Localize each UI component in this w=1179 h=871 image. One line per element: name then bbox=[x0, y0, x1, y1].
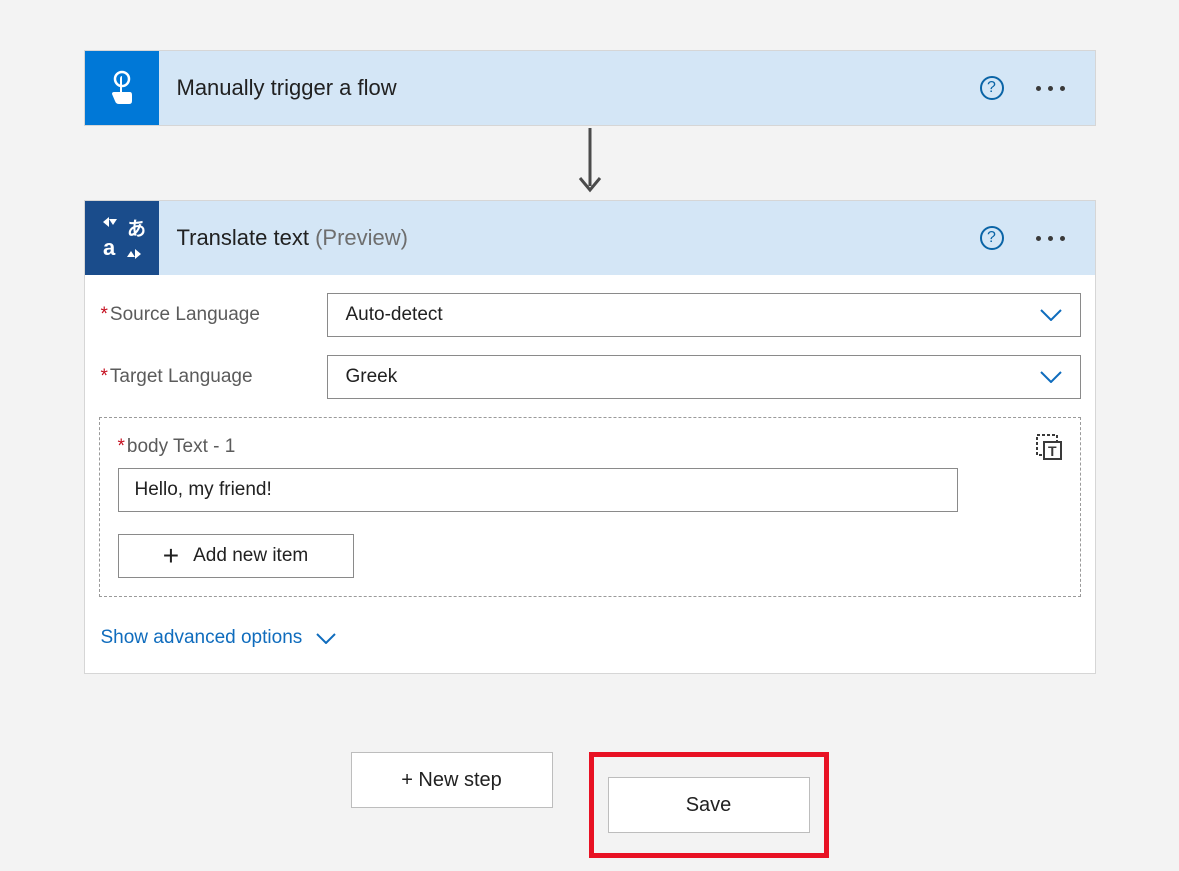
save-button[interactable]: Save bbox=[608, 777, 810, 833]
manual-trigger-icon bbox=[85, 51, 159, 125]
action-header-actions: ? bbox=[980, 226, 1095, 250]
target-language-value: Greek bbox=[346, 366, 398, 388]
action-title-text: Translate text bbox=[177, 225, 316, 250]
flow-designer: Manually trigger a flow ? あ a bbox=[84, 50, 1096, 858]
connector-arrow bbox=[84, 128, 1096, 198]
svg-text:a: a bbox=[103, 235, 116, 260]
translate-icon: あ a bbox=[85, 201, 159, 275]
svg-text:あ: あ bbox=[127, 218, 145, 240]
target-language-label: *Target Language bbox=[99, 366, 327, 388]
show-advanced-options[interactable]: Show advanced options bbox=[99, 627, 1081, 649]
touch-icon bbox=[102, 68, 142, 108]
source-language-value: Auto-detect bbox=[346, 304, 443, 326]
chevron-down-icon bbox=[1040, 309, 1062, 321]
plus-icon: + bbox=[163, 542, 179, 570]
body-text-value: Hello, my friend! bbox=[135, 479, 272, 501]
translate-action-card: あ a Translate text (Preview) ? *Source L… bbox=[84, 200, 1096, 674]
flow-footer-buttons: + New step Save bbox=[84, 752, 1096, 858]
help-icon[interactable]: ? bbox=[980, 76, 1004, 100]
source-language-label: *Source Language bbox=[99, 304, 327, 326]
add-item-label: Add new item bbox=[193, 545, 308, 567]
save-highlight: Save bbox=[589, 752, 829, 858]
body-items-container: *body Text - 1 T Hello, my friend! + Add… bbox=[99, 417, 1081, 597]
more-menu-icon[interactable] bbox=[1032, 232, 1069, 245]
target-language-select[interactable]: Greek bbox=[327, 355, 1081, 399]
preview-label: (Preview) bbox=[315, 225, 408, 250]
source-language-select[interactable]: Auto-detect bbox=[327, 293, 1081, 337]
source-language-row: *Source Language Auto-detect bbox=[99, 293, 1081, 337]
add-new-item-button[interactable]: + Add new item bbox=[118, 534, 354, 578]
more-menu-icon[interactable] bbox=[1032, 82, 1069, 95]
action-header[interactable]: あ a Translate text (Preview) ? bbox=[85, 201, 1095, 275]
trigger-title: Manually trigger a flow bbox=[159, 75, 980, 101]
body-text-label: *body Text - 1 bbox=[118, 436, 236, 458]
advanced-options-label: Show advanced options bbox=[101, 627, 303, 649]
dynamic-content-icon[interactable]: T bbox=[1036, 434, 1062, 460]
chevron-down-icon bbox=[1040, 371, 1062, 383]
target-language-row: *Target Language Greek bbox=[99, 355, 1081, 399]
action-title: Translate text (Preview) bbox=[159, 225, 980, 251]
action-body: *Source Language Auto-detect *Target Lan… bbox=[85, 275, 1095, 673]
trigger-actions: ? bbox=[980, 76, 1095, 100]
translator-icon: あ a bbox=[99, 215, 145, 261]
body-text-input[interactable]: Hello, my friend! bbox=[118, 468, 958, 512]
body-item-header: *body Text - 1 T bbox=[118, 434, 1062, 460]
trigger-header: Manually trigger a flow ? bbox=[85, 51, 1095, 125]
arrow-down-icon bbox=[576, 128, 604, 198]
svg-text:T: T bbox=[1048, 443, 1057, 459]
chevron-down-icon bbox=[316, 633, 336, 644]
new-step-button[interactable]: + New step bbox=[351, 752, 553, 808]
help-icon[interactable]: ? bbox=[980, 226, 1004, 250]
trigger-card[interactable]: Manually trigger a flow ? bbox=[84, 50, 1096, 126]
